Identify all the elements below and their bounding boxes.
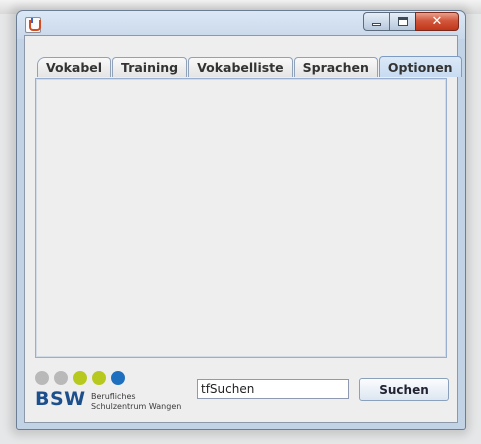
logo-dot-1: [35, 371, 49, 385]
tab-content-panel: [35, 78, 447, 358]
title-bar[interactable]: ✕: [17, 11, 465, 35]
search-button[interactable]: Suchen: [359, 378, 449, 401]
search-input[interactable]: [197, 379, 349, 399]
minimize-button[interactable]: [363, 12, 389, 31]
maximize-button[interactable]: [389, 12, 415, 31]
bsw-logo: BSW Berufliches Schulzentrum Wangen: [35, 371, 185, 417]
tab-vokabel[interactable]: Vokabel: [37, 57, 112, 77]
logo-dot-2: [54, 371, 68, 385]
tab-bar: Vokabel Training Vokabelliste Sprachen O…: [37, 56, 463, 78]
tab-training[interactable]: Training: [112, 57, 188, 77]
window-controls: ✕: [363, 12, 459, 32]
logo-dot-5: [111, 371, 125, 385]
tab-vokabelliste[interactable]: Vokabelliste: [188, 57, 293, 77]
logo-text: BSW: [35, 388, 86, 410]
maximize-icon: [397, 17, 408, 26]
close-icon: ✕: [431, 14, 443, 29]
app-window: ✕ Vokabel Training Vokabelliste Sprachen…: [16, 10, 466, 430]
logo-dot-3: [73, 371, 87, 385]
tab-optionen[interactable]: Optionen: [378, 56, 462, 77]
logo-subtitle-line2: Schulzentrum Wangen: [91, 402, 182, 411]
close-button[interactable]: ✕: [415, 12, 459, 31]
logo-dot-4: [92, 371, 106, 385]
tab-sprachen[interactable]: Sprachen: [293, 57, 378, 77]
java-app-icon[interactable]: [25, 17, 41, 33]
logo-subtitle-line1: Berufliches: [91, 392, 136, 401]
minimize-icon: [372, 23, 381, 26]
logo-subtitle: Berufliches Schulzentrum Wangen: [91, 392, 181, 412]
client-area: Vokabel Training Vokabelliste Sprachen O…: [24, 35, 462, 423]
